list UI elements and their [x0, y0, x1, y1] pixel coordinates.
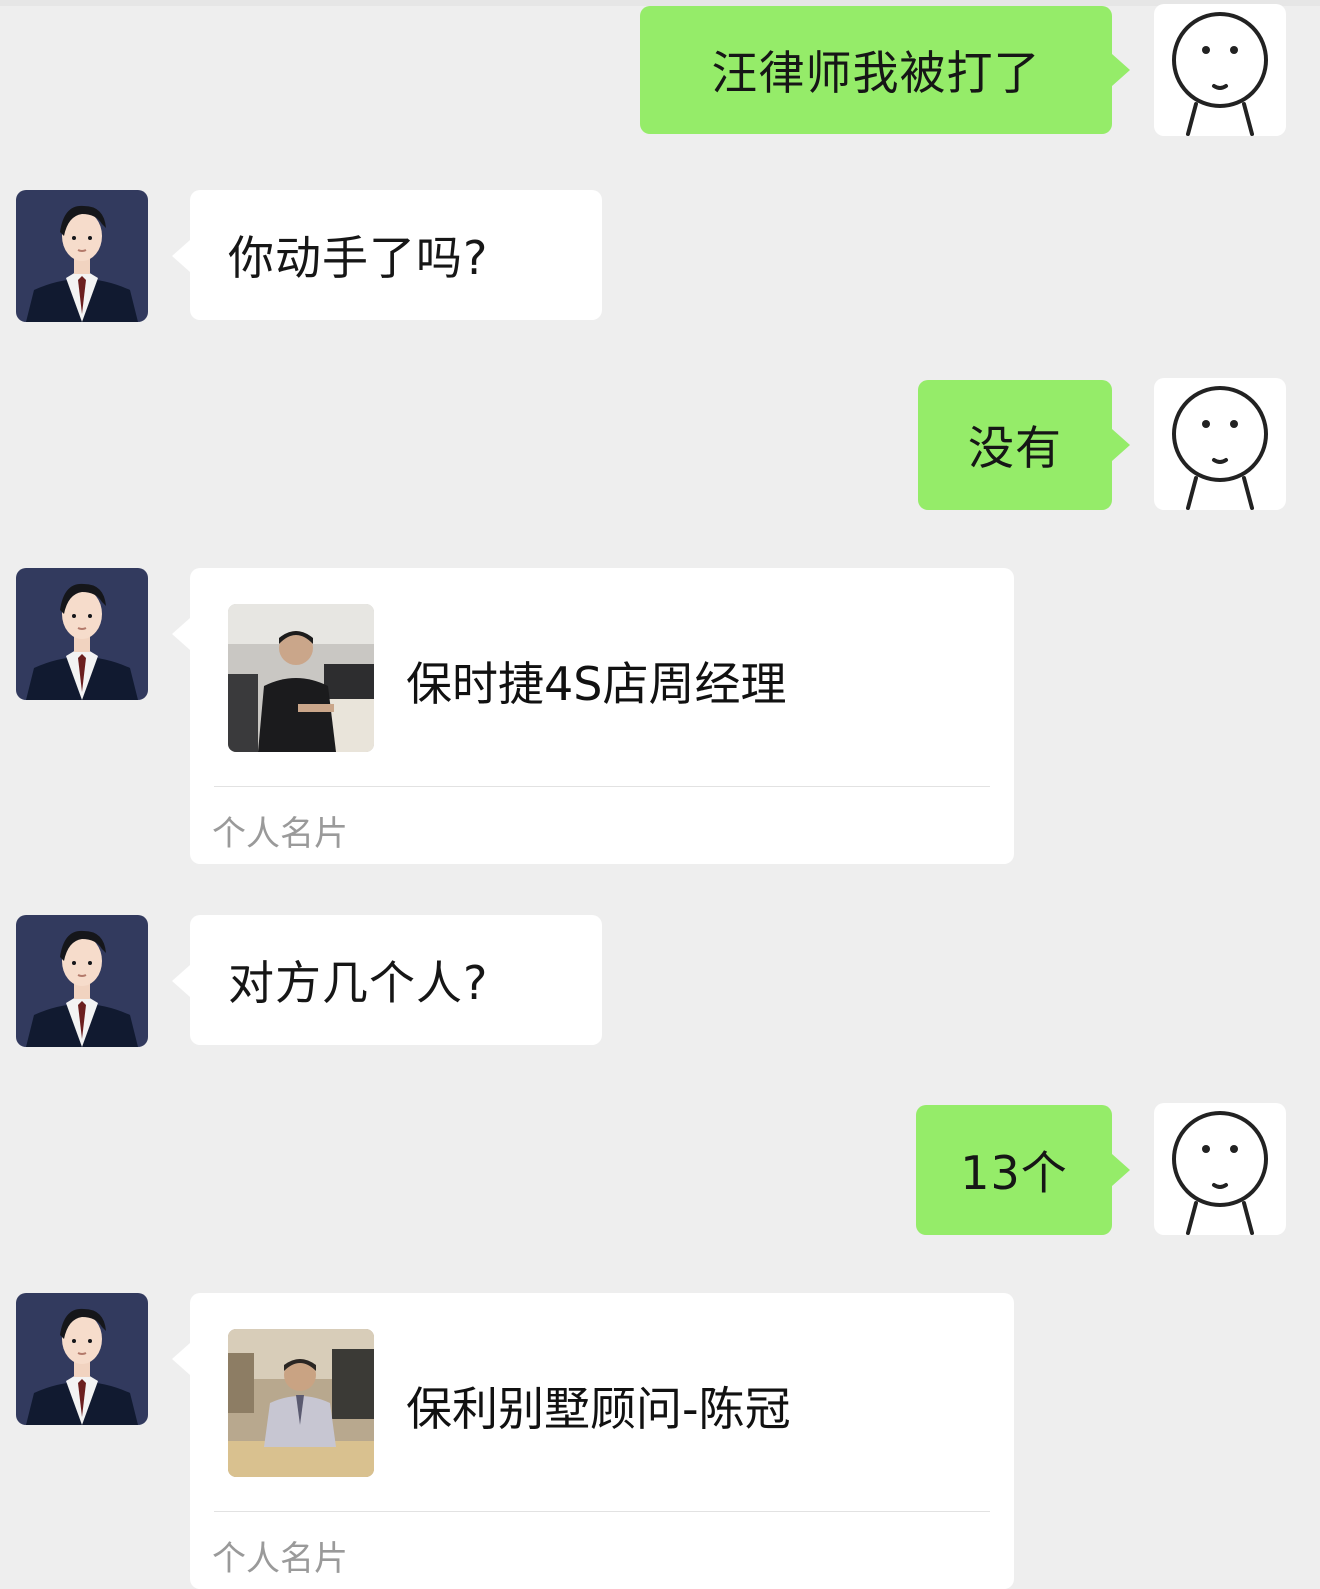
message-row-incoming: 保利别墅顾问-陈冠 个人名片	[0, 1285, 1320, 1589]
contact-photo	[228, 1329, 374, 1477]
lawyer-cartoon-icon	[16, 190, 148, 322]
message-row-outgoing: 13个	[0, 1095, 1320, 1245]
doodle-face-icon[interactable]	[1154, 1103, 1286, 1235]
card-divider	[214, 1511, 990, 1512]
contact-card[interactable]: 保利别墅顾问-陈冠 个人名片	[172, 1293, 1014, 1589]
contact-name: 保利别墅顾问-陈冠	[406, 1382, 791, 1436]
message-row-outgoing: 没有	[0, 370, 1320, 520]
message-bubble[interactable]: 对方几个人?	[172, 915, 602, 1045]
lawyer-cartoon-icon	[16, 915, 148, 1047]
man-at-desk-photo-icon	[228, 604, 374, 752]
message-bubble[interactable]: 你动手了吗?	[172, 190, 602, 320]
message-text: 汪律师我被打了	[711, 46, 1041, 100]
card-type-label: 个人名片	[212, 814, 348, 854]
doodle-face-icon	[1154, 378, 1286, 510]
message-bubble[interactable]: 汪律师我被打了	[640, 6, 1130, 134]
lawyer-cartoon-icon[interactable]	[16, 190, 148, 322]
message-bubble[interactable]: 13个	[916, 1105, 1130, 1235]
doodle-face-icon[interactable]	[1154, 4, 1286, 136]
doodle-face-icon[interactable]	[1154, 378, 1286, 510]
message-row-outgoing: 汪律师我被打了	[0, 0, 1320, 150]
lawyer-cartoon-icon[interactable]	[16, 1293, 148, 1425]
message-row-incoming: 你动手了吗?	[0, 180, 1320, 330]
message-text: 你动手了吗?	[228, 231, 489, 285]
message-text: 13个	[960, 1146, 1068, 1200]
man-in-office-photo-icon	[228, 1329, 374, 1477]
contact-card[interactable]: 保时捷4S店周经理 个人名片	[172, 568, 1014, 864]
message-text: 没有	[968, 421, 1062, 475]
contact-name: 保时捷4S店周经理	[406, 657, 787, 711]
contact-photo	[228, 604, 374, 752]
lawyer-cartoon-icon[interactable]	[16, 915, 148, 1047]
message-bubble[interactable]: 没有	[918, 380, 1130, 510]
message-text: 对方几个人?	[228, 956, 489, 1010]
card-divider	[214, 786, 990, 787]
lawyer-cartoon-icon	[16, 1293, 148, 1425]
message-row-incoming: 保时捷4S店周经理 个人名片	[0, 560, 1320, 880]
doodle-face-icon	[1154, 4, 1286, 136]
lawyer-cartoon-icon	[16, 568, 148, 700]
lawyer-cartoon-icon[interactable]	[16, 568, 148, 700]
card-type-label: 个人名片	[212, 1539, 348, 1579]
message-row-incoming: 对方几个人?	[0, 905, 1320, 1055]
doodle-face-icon	[1154, 1103, 1286, 1235]
